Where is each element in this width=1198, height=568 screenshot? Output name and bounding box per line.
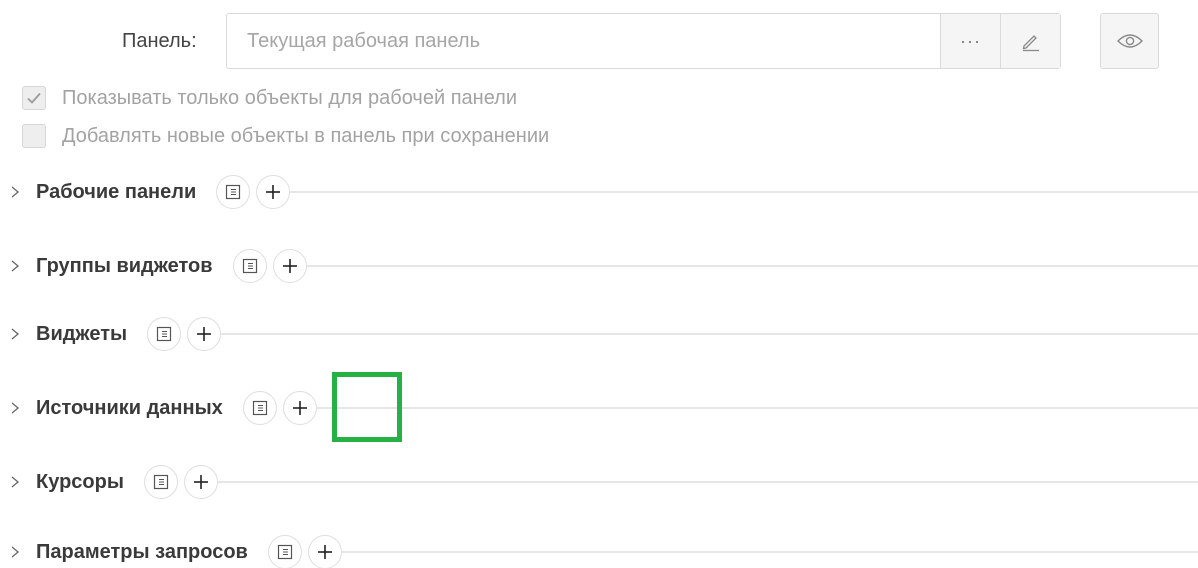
chevron-right-icon[interactable] xyxy=(10,475,24,489)
list-button[interactable] xyxy=(216,175,251,209)
edit-button[interactable] xyxy=(1000,14,1060,68)
show-only-panel-objects-label: Показывать только объекты для рабочей па… xyxy=(62,86,517,109)
add-button[interactable] xyxy=(187,317,222,351)
section-title[interactable]: Рабочие панели xyxy=(36,181,196,204)
panel-label: Панель: xyxy=(122,30,197,52)
dashboard-objects-panel: Панель: ··· Показывать только объекты дл… xyxy=(0,0,1198,568)
section-divider xyxy=(217,481,1198,483)
eye-icon xyxy=(1116,34,1143,48)
plus-icon xyxy=(197,327,212,341)
section-title[interactable]: Виджеты xyxy=(36,323,127,346)
list-icon xyxy=(156,326,172,342)
list-icon xyxy=(252,400,267,416)
show-only-panel-objects-checkbox[interactable] xyxy=(22,86,46,110)
section-title[interactable]: Группы виджетов xyxy=(36,255,213,278)
plus-icon xyxy=(317,545,332,559)
section-divider xyxy=(306,265,1198,267)
ellipsis-icon: ··· xyxy=(960,30,981,51)
add-new-objects-checkbox[interactable] xyxy=(22,124,46,148)
chevron-right-icon[interactable] xyxy=(10,327,24,341)
list-button[interactable] xyxy=(232,249,267,283)
plus-icon xyxy=(193,475,208,489)
section-divider xyxy=(290,191,1198,193)
checkmark-icon xyxy=(27,92,41,104)
plus-icon xyxy=(292,401,307,415)
section-divider xyxy=(221,333,1198,335)
show-only-panel-objects-row[interactable]: Показывать только объекты для рабочей па… xyxy=(22,86,517,110)
section-divider xyxy=(341,551,1198,553)
add-new-objects-label: Добавлять новые объекты в панель при сох… xyxy=(62,124,550,147)
pencil-icon xyxy=(1022,35,1039,52)
add-data-source-button[interactable] xyxy=(282,391,317,425)
section-title[interactable]: Курсоры xyxy=(36,471,124,494)
list-icon xyxy=(277,544,292,560)
section-data-sources: Источники данных xyxy=(0,388,1198,428)
list-button[interactable] xyxy=(143,465,178,499)
section-widget-groups: Группы виджетов xyxy=(0,246,1198,286)
chevron-right-icon[interactable] xyxy=(10,545,24,559)
chevron-right-icon[interactable] xyxy=(10,401,24,415)
list-icon xyxy=(226,184,241,200)
panel-input-group: ··· xyxy=(226,13,1061,69)
list-button[interactable] xyxy=(242,391,277,425)
add-new-objects-row[interactable]: Добавлять новые объекты в панель при сох… xyxy=(22,124,549,148)
add-button[interactable] xyxy=(183,465,218,499)
list-icon xyxy=(153,474,169,490)
section-divider xyxy=(316,407,1198,409)
list-button[interactable] xyxy=(267,535,302,568)
add-button[interactable] xyxy=(256,175,291,209)
section-title[interactable]: Параметры запросов xyxy=(36,541,248,564)
section-query-parameters: Параметры запросов xyxy=(0,532,1198,568)
chevron-right-icon[interactable] xyxy=(10,185,24,199)
browse-button[interactable]: ··· xyxy=(940,14,1000,68)
add-button[interactable] xyxy=(272,249,307,283)
section-widgets: Виджеты xyxy=(0,314,1198,354)
preview-button[interactable] xyxy=(1100,13,1159,69)
section-cursors: Курсоры xyxy=(0,462,1198,502)
panel-input[interactable] xyxy=(227,14,940,68)
list-button[interactable] xyxy=(147,317,182,351)
chevron-right-icon[interactable] xyxy=(10,259,24,273)
section-dashboards: Рабочие панели xyxy=(0,172,1198,212)
section-title[interactable]: Источники данных xyxy=(36,397,223,420)
list-icon xyxy=(242,258,257,274)
plus-icon xyxy=(282,259,297,273)
plus-icon xyxy=(266,185,281,199)
add-button[interactable] xyxy=(307,535,342,568)
